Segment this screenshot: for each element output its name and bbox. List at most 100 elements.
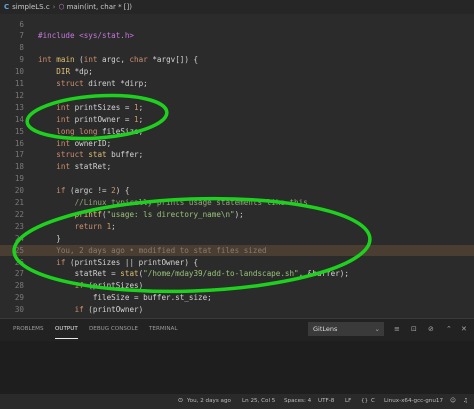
code-line[interactable]: 18 int statRet;	[0, 161, 474, 173]
code-line[interactable]: 13 int printSizes = 1;	[0, 102, 474, 114]
status-indentation[interactable]: Spaces: 4	[284, 394, 311, 409]
code-line[interactable]: 14 int printOwner = 1;	[0, 114, 474, 126]
output-panel[interactable]	[0, 341, 474, 394]
status-eol[interactable]: LF	[345, 394, 351, 409]
line-number: 30	[14, 305, 24, 315]
code-text: //Linux typically prints usage statement…	[74, 198, 308, 207]
current-line[interactable]: 25 You, 2 days ago • modified to stat fi…	[0, 244, 474, 257]
code-line[interactable]: 19	[0, 173, 474, 185]
line-number: 20	[14, 186, 24, 196]
code-line[interactable]: 22 printf("usage: ls directory_name\n");	[0, 209, 474, 221]
feedback-icon[interactable]: ☺	[450, 394, 456, 409]
chevron-down-icon: ⌄	[374, 325, 380, 333]
code-line[interactable]: 8	[0, 42, 474, 54]
code-line[interactable]: 23 return 1;	[0, 221, 474, 233]
code-text: int statRet;	[56, 162, 112, 172]
code-line[interactable]: 30 if (printOwner)	[0, 304, 474, 316]
code-line[interactable]: 15 long long fileSize;	[0, 126, 474, 138]
breadcrumb-function[interactable]: main(int, char * [])	[67, 0, 132, 14]
code-text: fileSize = buffer.st_size;	[38, 293, 212, 303]
status-bar: ⵙ You, 2 days ago Ln 25, Col 5 Spaces: 4…	[0, 394, 474, 409]
maximize-panel-icon[interactable]: ⌃	[446, 323, 452, 335]
code-text: DIR *dp;	[56, 67, 93, 77]
code-text: }	[38, 233, 61, 243]
code-line[interactable]: 27 statRet = stat("/home/mday39/add-to-l…	[0, 268, 474, 280]
code-text: statRet = stat("/home/mday39/add-to-land…	[38, 269, 349, 279]
code-line[interactable]: 16 int ownerID;	[0, 138, 474, 150]
code-text: int ownerID;	[56, 138, 112, 148]
code-text: int printSizes = 1;	[56, 102, 144, 112]
close-panel-icon[interactable]: ✕	[461, 323, 467, 335]
breadcrumb: CsimpleLS.c › ⬡ main(int, char * [])	[0, 0, 474, 14]
status-blame[interactable]: You, 2 days ago	[187, 394, 231, 409]
c-file-icon: C	[4, 3, 10, 11]
line-number: 11	[14, 79, 24, 88]
code-text: long long fileSize;	[56, 126, 144, 136]
function-icon: ⬡	[58, 3, 65, 11]
breadcrumb-chevron-icon: ›	[52, 3, 56, 11]
line-number: 23	[14, 221, 24, 231]
code-line[interactable]: 21 //Linux typically prints usage statem…	[0, 197, 474, 209]
code-line[interactable]: 20 if (argc != 2) {	[0, 185, 474, 197]
line-number: 22	[14, 209, 24, 219]
tab-problems[interactable]: PROBLEMS	[13, 319, 44, 340]
code-editor[interactable]: 6 7 #include <sys/stat.h> 8 9 int main (int a…	[0, 14, 474, 318]
line-number: 18	[14, 162, 24, 172]
code-text: printf("usage: ls directory_name\n");	[74, 209, 244, 219]
panel-tab-bar: PROBLEMS OUTPUT DEBUG CONSOLE TERMINAL G…	[0, 318, 474, 341]
code-text: int printOwner = 1;	[56, 114, 144, 124]
code-line[interactable]: 7 #include <sys/stat.h>	[0, 30, 474, 42]
line-number: 16	[14, 138, 24, 148]
line-number: 7	[19, 31, 24, 41]
code-line[interactable]: 9 int main (int argc, char *argv[]) {	[0, 54, 474, 66]
code-line[interactable]: 6	[0, 19, 474, 31]
line-number: 14	[14, 114, 24, 124]
code-line[interactable]: 24 }	[0, 233, 474, 245]
status-configuration[interactable]: Linux-x64-gcc-gnu17	[384, 394, 443, 409]
code-line[interactable]: 11 struct dirent *dirp;	[0, 78, 474, 90]
code-line[interactable]: 29 fileSize = buffer.st_size;	[0, 292, 474, 304]
list-filter-icon[interactable]: ≡	[394, 323, 400, 335]
line-number: 21	[14, 198, 24, 207]
line-number: 12	[14, 90, 24, 100]
line-number: 26	[14, 257, 24, 267]
lock-scroll-icon[interactable]: ⊡	[411, 323, 417, 335]
line-number: 13	[14, 102, 24, 112]
code-line[interactable]: 28 if (printSizes)	[0, 280, 474, 292]
line-number: 8	[19, 43, 24, 53]
code-text: if (printOwner)	[74, 305, 144, 315]
code-text: struct dirent *dirp;	[56, 79, 148, 88]
code-text: if (printSizes)	[74, 281, 144, 291]
code-text: int main (int argc, char *argv[]) {	[38, 55, 199, 65]
language-braces-icon: {}	[361, 398, 369, 404]
line-number: 24	[14, 233, 24, 243]
code-text: return 1;	[74, 221, 116, 231]
notifications-bell-icon[interactable]: ♫	[463, 394, 468, 409]
status-encoding[interactable]: UTF-8	[318, 394, 334, 409]
tab-terminal[interactable]: TERMINAL	[149, 319, 177, 340]
blame-icon: ⵙ	[178, 398, 183, 404]
code-text: if (argc != 2) {	[56, 186, 130, 196]
output-channel-label: GitLens	[313, 325, 338, 333]
code-line[interactable]: 17 struct stat buffer;	[0, 149, 474, 161]
line-number: 27	[14, 269, 24, 279]
line-number: 29	[14, 293, 24, 303]
clear-output-icon[interactable]: ⊘	[428, 323, 434, 335]
code-line[interactable]: 26 if (printSizes || printOwner) {	[0, 257, 474, 269]
code-line[interactable]: 10 DIR *dp;	[0, 66, 474, 78]
vscode-window: CsimpleLS.c › ⬡ main(int, char * []) 6 7 #inc…	[0, 0, 474, 409]
output-channel-select[interactable]: GitLens ⌄	[308, 322, 384, 336]
code-text: struct stat buffer;	[56, 150, 144, 160]
code-text: You, 2 days ago • modified to stat files…	[38, 245, 267, 255]
code-line[interactable]: 12	[0, 90, 474, 102]
line-number: 17	[14, 150, 24, 160]
line-number: 10	[14, 67, 24, 77]
breadcrumb-file[interactable]: simpleLS.c	[12, 0, 50, 14]
tab-debug-console[interactable]: DEBUG CONSOLE	[89, 319, 138, 340]
status-cursor-position[interactable]: Ln 25, Col 5	[242, 394, 275, 409]
tab-output[interactable]: OUTPUT	[55, 319, 78, 339]
line-number: 19	[14, 174, 24, 184]
status-language[interactable]: C	[371, 394, 375, 409]
code-text: if (printSizes || printOwner) {	[56, 257, 199, 267]
line-number: 28	[14, 281, 24, 291]
